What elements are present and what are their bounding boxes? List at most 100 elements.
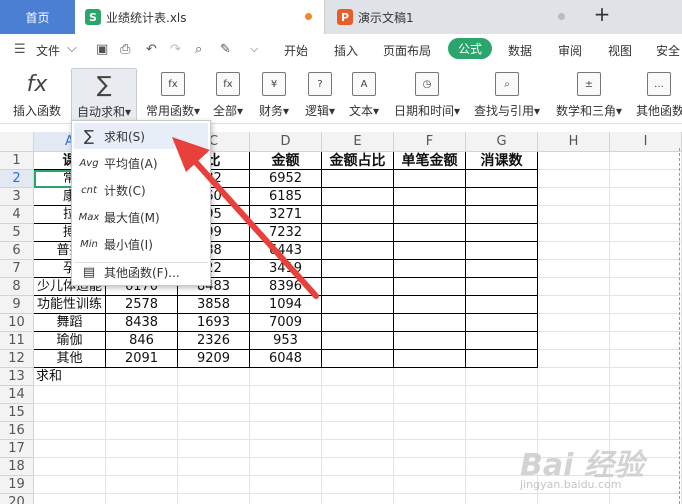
- empty-cell[interactable]: [394, 440, 466, 458]
- empty-cell[interactable]: [466, 386, 538, 404]
- empty-cell[interactable]: [610, 404, 682, 422]
- tab-close-dot-icon[interactable]: [558, 13, 565, 20]
- empty-cell[interactable]: [538, 242, 610, 260]
- row-header-3[interactable]: 3: [0, 188, 34, 206]
- tab-spreadsheet[interactable]: S 业绩统计表.xls: [75, 0, 325, 34]
- table-cell[interactable]: [394, 278, 466, 296]
- empty-cell[interactable]: [610, 296, 682, 314]
- empty-cell[interactable]: [538, 188, 610, 206]
- file-caret-icon[interactable]: ⌵: [67, 41, 77, 56]
- empty-cell[interactable]: [394, 386, 466, 404]
- empty-cell[interactable]: [106, 422, 178, 440]
- table-cell[interactable]: [394, 260, 466, 278]
- empty-cell[interactable]: [178, 440, 250, 458]
- row-header-6[interactable]: 6: [0, 242, 34, 260]
- row-header-20[interactable]: 20: [0, 494, 34, 504]
- table-cell[interactable]: [466, 296, 538, 314]
- table-cell[interactable]: 瑜伽: [34, 332, 106, 350]
- empty-cell[interactable]: [394, 494, 466, 504]
- insert-function-button[interactable]: fx 插入函数: [8, 68, 66, 122]
- col-header-i[interactable]: I: [610, 132, 682, 152]
- dropdown-item-other-functions[interactable]: ▤ 其他函数(F)...: [74, 259, 208, 285]
- menu-view[interactable]: 视图: [608, 42, 632, 59]
- empty-cell[interactable]: [322, 476, 394, 494]
- table-cell[interactable]: 功能性训练: [34, 296, 106, 314]
- col-header-e[interactable]: E: [322, 132, 394, 152]
- empty-cell[interactable]: [34, 404, 106, 422]
- empty-cell[interactable]: [610, 152, 682, 170]
- empty-cell[interactable]: [250, 404, 322, 422]
- table-cell[interactable]: [466, 242, 538, 260]
- table-cell[interactable]: 2326: [178, 332, 250, 350]
- empty-cell[interactable]: [610, 188, 682, 206]
- table-cell[interactable]: [322, 332, 394, 350]
- empty-cell[interactable]: [538, 350, 610, 368]
- hamburger-icon[interactable]: ☰: [14, 42, 26, 57]
- table-cell[interactable]: 7232: [250, 224, 322, 242]
- cell-header-3[interactable]: 金额: [250, 152, 322, 170]
- empty-cell[interactable]: [610, 350, 682, 368]
- dropdown-item-average[interactable]: Avg 平均值(A): [74, 150, 208, 176]
- table-cell[interactable]: [394, 188, 466, 206]
- table-cell[interactable]: [466, 224, 538, 242]
- menu-start[interactable]: 开始: [284, 42, 308, 59]
- empty-cell[interactable]: [610, 332, 682, 350]
- empty-cell[interactable]: [466, 422, 538, 440]
- empty-cell[interactable]: [610, 170, 682, 188]
- cell-header-6[interactable]: 消课数: [466, 152, 538, 170]
- menu-file[interactable]: 文件: [36, 42, 60, 59]
- empty-cell[interactable]: [250, 476, 322, 494]
- row-header-15[interactable]: 15: [0, 404, 34, 422]
- table-cell[interactable]: [466, 314, 538, 332]
- empty-cell[interactable]: [250, 440, 322, 458]
- table-cell[interactable]: [322, 296, 394, 314]
- row-header-4[interactable]: 4: [0, 206, 34, 224]
- empty-cell[interactable]: [322, 386, 394, 404]
- empty-cell[interactable]: [610, 278, 682, 296]
- empty-cell[interactable]: [178, 476, 250, 494]
- table-cell[interactable]: 其他: [34, 350, 106, 368]
- empty-cell[interactable]: [34, 386, 106, 404]
- dropdown-item-sum[interactable]: ∑ 求和(S): [74, 123, 208, 149]
- empty-cell[interactable]: [610, 422, 682, 440]
- empty-cell[interactable]: [538, 170, 610, 188]
- empty-cell[interactable]: [106, 386, 178, 404]
- empty-cell[interactable]: [538, 278, 610, 296]
- date-time-button[interactable]: ◷ 日期和时间▾: [394, 68, 460, 122]
- select-all-corner[interactable]: [0, 132, 34, 152]
- common-functions-button[interactable]: fx 常用函数▾: [142, 68, 204, 122]
- empty-cell[interactable]: [538, 224, 610, 242]
- redo-icon[interactable]: ↷: [170, 42, 181, 57]
- dropdown-item-count[interactable]: cnt 计数(C): [74, 177, 208, 203]
- table-cell[interactable]: 3419: [250, 260, 322, 278]
- col-header-h[interactable]: H: [538, 132, 610, 152]
- table-cell[interactable]: 1094: [250, 296, 322, 314]
- empty-cell[interactable]: [178, 386, 250, 404]
- empty-cell[interactable]: [106, 368, 178, 386]
- toolbar-more-icon[interactable]: ⌵: [250, 42, 258, 56]
- empty-cell[interactable]: [178, 422, 250, 440]
- table-cell[interactable]: [394, 296, 466, 314]
- empty-cell[interactable]: [250, 422, 322, 440]
- empty-cell[interactable]: [106, 476, 178, 494]
- empty-cell[interactable]: [610, 314, 682, 332]
- table-cell[interactable]: [466, 278, 538, 296]
- dropdown-item-max[interactable]: Max 最大值(M): [74, 204, 208, 230]
- menu-security[interactable]: 安全: [656, 42, 680, 59]
- col-header-d[interactable]: D: [250, 132, 322, 152]
- sum-label-cell[interactable]: 求和: [34, 368, 106, 386]
- empty-cell[interactable]: [250, 368, 322, 386]
- empty-cell[interactable]: [322, 404, 394, 422]
- table-cell[interactable]: 1693: [178, 314, 250, 332]
- tab-presentation[interactable]: P 演示文稿1: [327, 0, 577, 34]
- table-cell[interactable]: 3858: [178, 296, 250, 314]
- empty-cell[interactable]: [34, 476, 106, 494]
- empty-cell[interactable]: [178, 368, 250, 386]
- table-cell[interactable]: 8396: [250, 278, 322, 296]
- undo-icon[interactable]: ↶: [146, 42, 157, 57]
- empty-cell[interactable]: [106, 404, 178, 422]
- empty-cell[interactable]: [610, 368, 682, 386]
- logic-button[interactable]: ? 逻辑▾: [302, 68, 338, 122]
- row-header-13[interactable]: 13: [0, 368, 34, 386]
- empty-cell[interactable]: [610, 494, 682, 504]
